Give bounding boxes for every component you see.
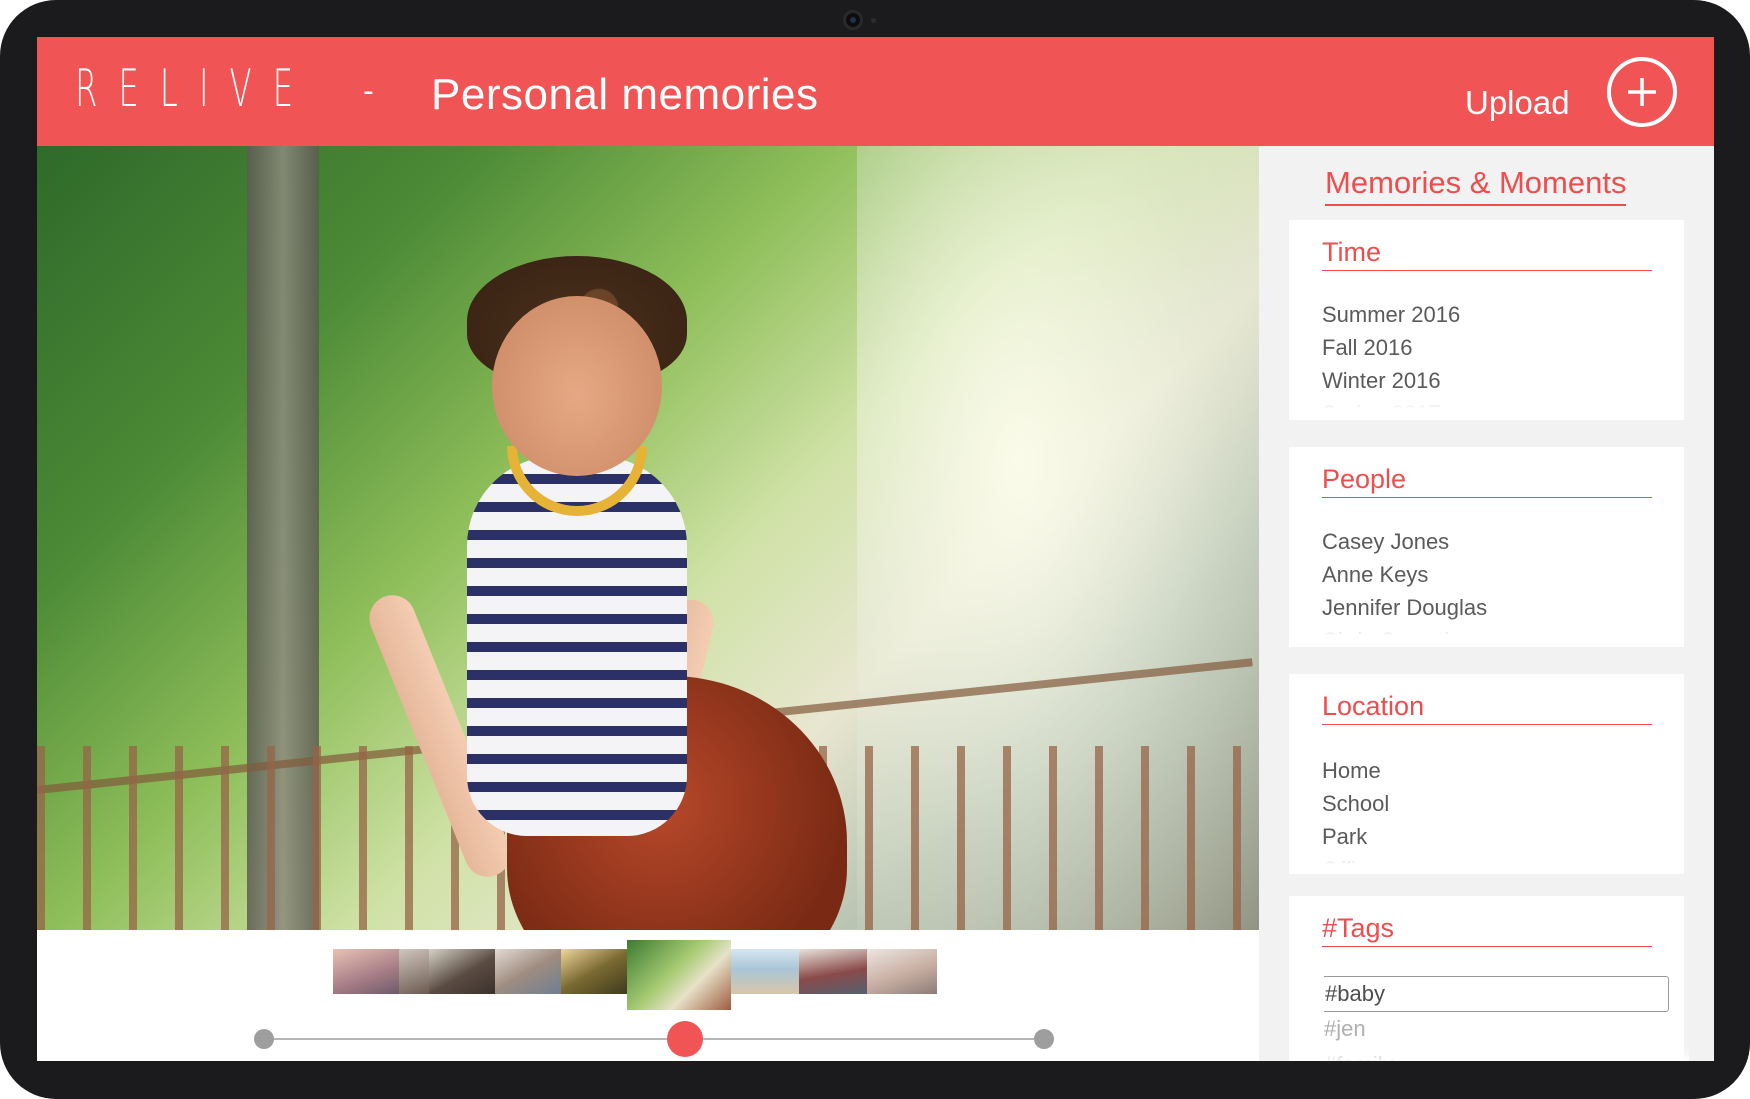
filter-item[interactable]: Anne Keys: [1322, 558, 1662, 591]
filter-item[interactable]: Spring 2017: [1322, 397, 1662, 408]
filter-item[interactable]: School: [1322, 787, 1662, 820]
timeline-slider[interactable]: [254, 1021, 1054, 1057]
thumbnail-active[interactable]: [627, 940, 731, 1010]
camera-icon: [843, 10, 863, 30]
filter-item[interactable]: Park: [1322, 820, 1662, 853]
filter-card-title: #Tags: [1322, 910, 1652, 947]
filter-card-title: Time: [1322, 234, 1652, 271]
main-photo[interactable]: [37, 146, 1259, 930]
filter-card-title: Location: [1322, 688, 1652, 725]
page-title: Personal memories: [431, 70, 819, 119]
thumbnail[interactable]: [399, 949, 429, 994]
thumbnail[interactable]: [429, 949, 495, 994]
upload-label[interactable]: Upload: [1465, 83, 1570, 123]
filter-sidebar: Memories & Moments Time Summer 2016 Fall…: [1259, 146, 1714, 1061]
app-screen: RELIVE - Personal memories Upload Memori…: [37, 37, 1714, 1061]
filter-item[interactable]: Chris Connely: [1322, 624, 1662, 635]
filter-item[interactable]: Casey Jones: [1322, 525, 1662, 558]
timeline-track[interactable]: [264, 1038, 1044, 1040]
timeline-end-dot[interactable]: [1034, 1029, 1054, 1049]
sidebar-title: Memories & Moments: [1325, 164, 1627, 206]
filter-card-title: People: [1322, 461, 1652, 498]
photo-child-face: [492, 296, 662, 476]
tag-item[interactable]: #family: [1324, 1048, 1689, 1061]
filter-card-people: People Casey Jones Anne Keys Jennifer Do…: [1289, 447, 1684, 647]
filter-item[interactable]: Home: [1322, 754, 1662, 787]
timeline-handle[interactable]: [667, 1021, 704, 1057]
thumbnail[interactable]: [731, 949, 799, 994]
app-logo[interactable]: RELIVE: [75, 59, 314, 119]
upload-button[interactable]: [1607, 57, 1677, 127]
thumbnail[interactable]: [495, 949, 561, 994]
filter-card-time: Time Summer 2016 Fall 2016 Winter 2016 S…: [1289, 220, 1684, 420]
tablet-frame: RELIVE - Personal memories Upload Memori…: [0, 0, 1750, 1099]
filter-item[interactable]: Winter 2016: [1322, 364, 1662, 397]
filter-item[interactable]: Office: [1322, 853, 1662, 864]
filter-list-tags[interactable]: #baby #jen #family: [1324, 976, 1689, 1061]
filter-list-location[interactable]: Home School Park Office: [1322, 754, 1662, 864]
filter-item[interactable]: Summer 2016: [1322, 298, 1662, 331]
title-separator: -: [363, 74, 374, 109]
filter-list-time[interactable]: Summer 2016 Fall 2016 Winter 2016 Spring…: [1322, 298, 1662, 408]
thumbnail[interactable]: [561, 949, 627, 994]
sensor-dot: [871, 18, 876, 23]
plus-icon: [1628, 78, 1656, 106]
thumbnail[interactable]: [799, 949, 867, 994]
tag-item-selected[interactable]: #baby: [1324, 976, 1669, 1012]
filter-list-people[interactable]: Casey Jones Anne Keys Jennifer Douglas C…: [1322, 525, 1662, 635]
thumbnail[interactable]: [867, 949, 937, 994]
filter-card-tags: #Tags #baby #jen #family: [1289, 896, 1689, 1061]
app-header: RELIVE - Personal memories Upload: [37, 37, 1714, 146]
timeline-start-dot[interactable]: [254, 1029, 274, 1049]
thumbnail-strip: [333, 940, 937, 1012]
filter-item[interactable]: Jennifer Douglas: [1322, 591, 1662, 624]
thumbnail[interactable]: [333, 949, 399, 994]
tag-item[interactable]: #jen: [1324, 1012, 1689, 1048]
filter-card-location: Location Home School Park Office: [1289, 674, 1684, 874]
filter-item[interactable]: Fall 2016: [1322, 331, 1662, 364]
